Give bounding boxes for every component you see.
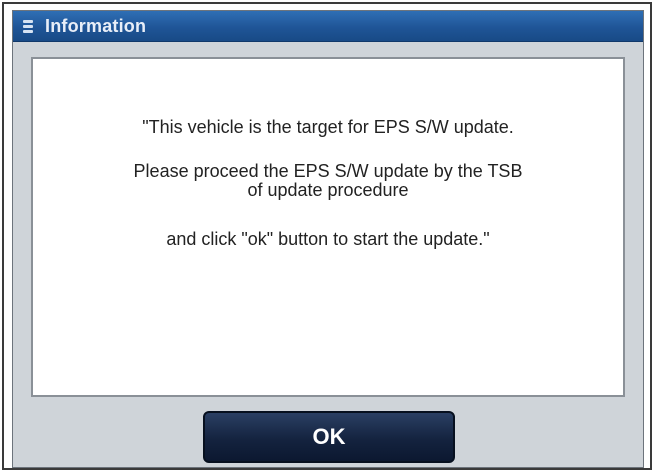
dialog-title: Information <box>45 15 147 36</box>
ok-button[interactable]: OK <box>203 411 455 463</box>
message-line-1: "This vehicle is the target for EPS S/W … <box>142 117 514 137</box>
menu-icon[interactable] <box>23 19 33 33</box>
message-line-3: and click "ok" button to start the updat… <box>166 229 490 249</box>
screen-frame: Information "This vehicle is the target … <box>2 2 652 470</box>
message-panel: "This vehicle is the target for EPS S/W … <box>31 57 625 397</box>
message-line-2a: Please proceed the EPS S/W update by the… <box>133 161 523 181</box>
information-dialog: Information "This vehicle is the target … <box>12 10 644 468</box>
message-line-2: Please proceed the EPS S/W update by the… <box>33 162 623 200</box>
dialog-titlebar: Information <box>13 11 643 42</box>
message-line-2b: of update procedure <box>247 180 409 200</box>
